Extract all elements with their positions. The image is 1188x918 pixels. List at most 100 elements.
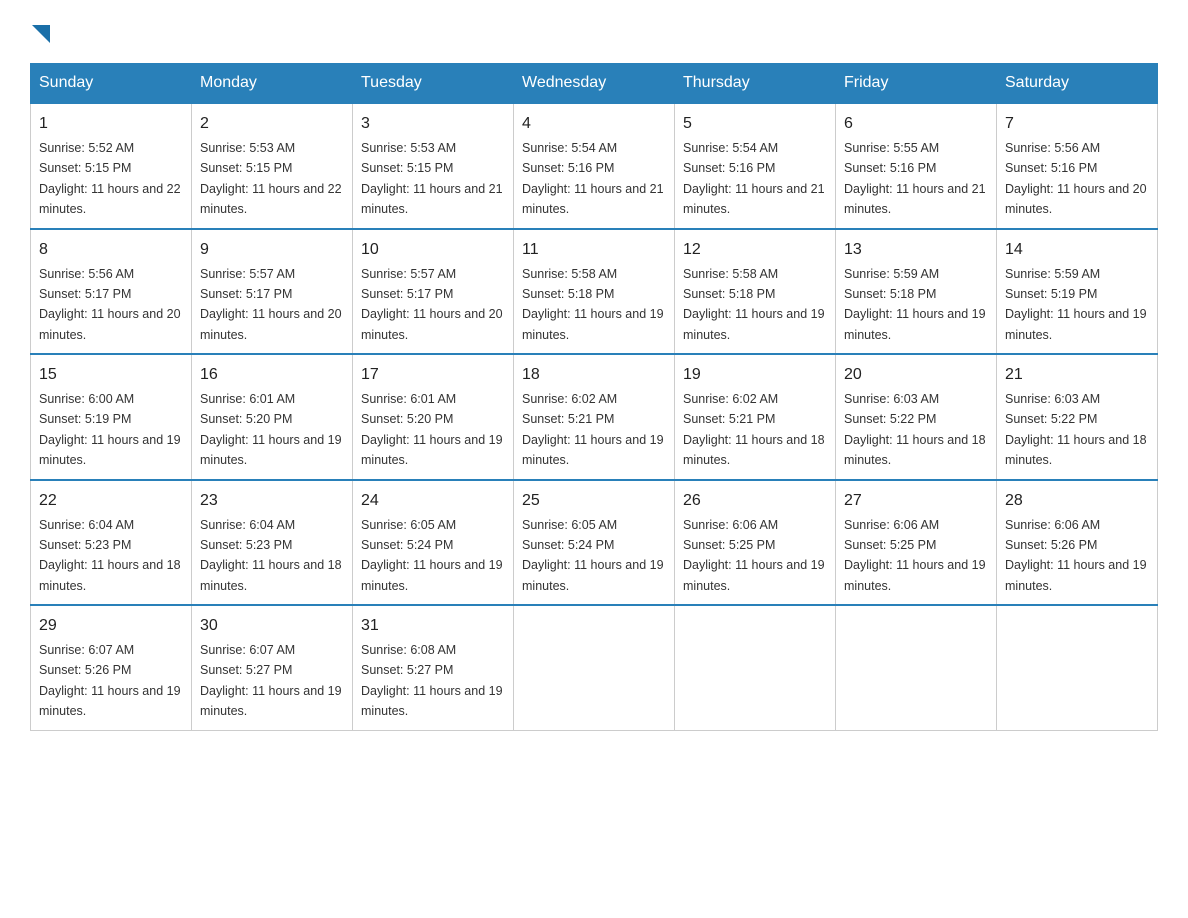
- calendar-day-cell: 5 Sunrise: 5:54 AMSunset: 5:16 PMDayligh…: [675, 103, 836, 229]
- calendar-header-cell: Tuesday: [353, 64, 514, 104]
- calendar-week-row: 22 Sunrise: 6:04 AMSunset: 5:23 PMDaylig…: [31, 480, 1158, 606]
- logo-arrow-icon: [32, 25, 50, 43]
- day-info: Sunrise: 6:00 AMSunset: 5:19 PMDaylight:…: [39, 392, 181, 467]
- calendar-day-cell: 15 Sunrise: 6:00 AMSunset: 5:19 PMDaylig…: [31, 354, 192, 480]
- calendar-day-cell: 18 Sunrise: 6:02 AMSunset: 5:21 PMDaylig…: [514, 354, 675, 480]
- day-info: Sunrise: 6:06 AMSunset: 5:25 PMDaylight:…: [844, 518, 986, 593]
- calendar-day-cell: 30 Sunrise: 6:07 AMSunset: 5:27 PMDaylig…: [192, 605, 353, 730]
- day-number: 20: [844, 363, 988, 387]
- day-number: 8: [39, 238, 183, 262]
- day-info: Sunrise: 5:56 AMSunset: 5:16 PMDaylight:…: [1005, 141, 1147, 216]
- calendar-header-cell: Friday: [836, 64, 997, 104]
- calendar-week-row: 1 Sunrise: 5:52 AMSunset: 5:15 PMDayligh…: [31, 103, 1158, 229]
- calendar-day-cell: 22 Sunrise: 6:04 AMSunset: 5:23 PMDaylig…: [31, 480, 192, 606]
- day-info: Sunrise: 5:58 AMSunset: 5:18 PMDaylight:…: [683, 267, 825, 342]
- calendar-week-row: 8 Sunrise: 5:56 AMSunset: 5:17 PMDayligh…: [31, 229, 1158, 355]
- calendar-day-cell: 8 Sunrise: 5:56 AMSunset: 5:17 PMDayligh…: [31, 229, 192, 355]
- calendar-day-cell: [997, 605, 1158, 730]
- calendar-day-cell: 28 Sunrise: 6:06 AMSunset: 5:26 PMDaylig…: [997, 480, 1158, 606]
- day-info: Sunrise: 5:58 AMSunset: 5:18 PMDaylight:…: [522, 267, 664, 342]
- calendar-day-cell: 17 Sunrise: 6:01 AMSunset: 5:20 PMDaylig…: [353, 354, 514, 480]
- day-number: 24: [361, 489, 505, 513]
- day-number: 6: [844, 112, 988, 136]
- day-info: Sunrise: 6:03 AMSunset: 5:22 PMDaylight:…: [1005, 392, 1147, 467]
- day-number: 27: [844, 489, 988, 513]
- calendar-day-cell: 11 Sunrise: 5:58 AMSunset: 5:18 PMDaylig…: [514, 229, 675, 355]
- calendar-day-cell: 14 Sunrise: 5:59 AMSunset: 5:19 PMDaylig…: [997, 229, 1158, 355]
- day-info: Sunrise: 6:01 AMSunset: 5:20 PMDaylight:…: [200, 392, 342, 467]
- day-info: Sunrise: 5:53 AMSunset: 5:15 PMDaylight:…: [200, 141, 342, 216]
- calendar-day-cell: 29 Sunrise: 6:07 AMSunset: 5:26 PMDaylig…: [31, 605, 192, 730]
- day-number: 19: [683, 363, 827, 387]
- calendar-day-cell: 25 Sunrise: 6:05 AMSunset: 5:24 PMDaylig…: [514, 480, 675, 606]
- calendar-day-cell: 16 Sunrise: 6:01 AMSunset: 5:20 PMDaylig…: [192, 354, 353, 480]
- day-info: Sunrise: 6:02 AMSunset: 5:21 PMDaylight:…: [522, 392, 664, 467]
- calendar-day-cell: 1 Sunrise: 5:52 AMSunset: 5:15 PMDayligh…: [31, 103, 192, 229]
- day-number: 31: [361, 614, 505, 638]
- day-info: Sunrise: 5:56 AMSunset: 5:17 PMDaylight:…: [39, 267, 181, 342]
- day-info: Sunrise: 6:06 AMSunset: 5:25 PMDaylight:…: [683, 518, 825, 593]
- calendar-header-cell: Monday: [192, 64, 353, 104]
- day-info: Sunrise: 5:53 AMSunset: 5:15 PMDaylight:…: [361, 141, 503, 216]
- day-number: 13: [844, 238, 988, 262]
- day-number: 1: [39, 112, 183, 136]
- day-info: Sunrise: 6:08 AMSunset: 5:27 PMDaylight:…: [361, 643, 503, 718]
- logo: [30, 20, 50, 43]
- day-info: Sunrise: 6:06 AMSunset: 5:26 PMDaylight:…: [1005, 518, 1147, 593]
- day-number: 21: [1005, 363, 1149, 387]
- day-info: Sunrise: 6:02 AMSunset: 5:21 PMDaylight:…: [683, 392, 825, 467]
- calendar-header-cell: Saturday: [997, 64, 1158, 104]
- calendar-table: SundayMondayTuesdayWednesdayThursdayFrid…: [30, 63, 1158, 731]
- day-number: 10: [361, 238, 505, 262]
- day-number: 11: [522, 238, 666, 262]
- day-info: Sunrise: 5:57 AMSunset: 5:17 PMDaylight:…: [200, 267, 342, 342]
- calendar-day-cell: 21 Sunrise: 6:03 AMSunset: 5:22 PMDaylig…: [997, 354, 1158, 480]
- calendar-day-cell: 9 Sunrise: 5:57 AMSunset: 5:17 PMDayligh…: [192, 229, 353, 355]
- day-number: 22: [39, 489, 183, 513]
- day-number: 17: [361, 363, 505, 387]
- calendar-day-cell: [836, 605, 997, 730]
- calendar-day-cell: 19 Sunrise: 6:02 AMSunset: 5:21 PMDaylig…: [675, 354, 836, 480]
- calendar-header-cell: Sunday: [31, 64, 192, 104]
- day-number: 15: [39, 363, 183, 387]
- calendar-day-cell: 31 Sunrise: 6:08 AMSunset: 5:27 PMDaylig…: [353, 605, 514, 730]
- day-number: 14: [1005, 238, 1149, 262]
- day-info: Sunrise: 6:04 AMSunset: 5:23 PMDaylight:…: [39, 518, 181, 593]
- day-number: 18: [522, 363, 666, 387]
- calendar-day-cell: [514, 605, 675, 730]
- calendar-day-cell: 27 Sunrise: 6:06 AMSunset: 5:25 PMDaylig…: [836, 480, 997, 606]
- calendar-day-cell: 4 Sunrise: 5:54 AMSunset: 5:16 PMDayligh…: [514, 103, 675, 229]
- day-number: 28: [1005, 489, 1149, 513]
- day-info: Sunrise: 5:57 AMSunset: 5:17 PMDaylight:…: [361, 267, 503, 342]
- day-number: 16: [200, 363, 344, 387]
- calendar-day-cell: 3 Sunrise: 5:53 AMSunset: 5:15 PMDayligh…: [353, 103, 514, 229]
- day-number: 4: [522, 112, 666, 136]
- calendar-header-cell: Wednesday: [514, 64, 675, 104]
- calendar-day-cell: 24 Sunrise: 6:05 AMSunset: 5:24 PMDaylig…: [353, 480, 514, 606]
- day-number: 12: [683, 238, 827, 262]
- day-info: Sunrise: 5:54 AMSunset: 5:16 PMDaylight:…: [522, 141, 664, 216]
- day-info: Sunrise: 6:05 AMSunset: 5:24 PMDaylight:…: [522, 518, 664, 593]
- day-info: Sunrise: 6:01 AMSunset: 5:20 PMDaylight:…: [361, 392, 503, 467]
- day-number: 5: [683, 112, 827, 136]
- day-number: 26: [683, 489, 827, 513]
- calendar-day-cell: 6 Sunrise: 5:55 AMSunset: 5:16 PMDayligh…: [836, 103, 997, 229]
- day-number: 29: [39, 614, 183, 638]
- day-info: Sunrise: 5:52 AMSunset: 5:15 PMDaylight:…: [39, 141, 181, 216]
- day-info: Sunrise: 5:59 AMSunset: 5:19 PMDaylight:…: [1005, 267, 1147, 342]
- day-info: Sunrise: 5:54 AMSunset: 5:16 PMDaylight:…: [683, 141, 825, 216]
- page-header: [30, 20, 1158, 43]
- calendar-day-cell: 13 Sunrise: 5:59 AMSunset: 5:18 PMDaylig…: [836, 229, 997, 355]
- day-info: Sunrise: 6:04 AMSunset: 5:23 PMDaylight:…: [200, 518, 342, 593]
- calendar-day-cell: 12 Sunrise: 5:58 AMSunset: 5:18 PMDaylig…: [675, 229, 836, 355]
- calendar-day-cell: [675, 605, 836, 730]
- calendar-header-cell: Thursday: [675, 64, 836, 104]
- day-number: 9: [200, 238, 344, 262]
- calendar-day-cell: 2 Sunrise: 5:53 AMSunset: 5:15 PMDayligh…: [192, 103, 353, 229]
- calendar-header-row: SundayMondayTuesdayWednesdayThursdayFrid…: [31, 64, 1158, 104]
- day-info: Sunrise: 6:07 AMSunset: 5:27 PMDaylight:…: [200, 643, 342, 718]
- day-number: 23: [200, 489, 344, 513]
- day-info: Sunrise: 5:55 AMSunset: 5:16 PMDaylight:…: [844, 141, 986, 216]
- day-number: 25: [522, 489, 666, 513]
- day-info: Sunrise: 6:05 AMSunset: 5:24 PMDaylight:…: [361, 518, 503, 593]
